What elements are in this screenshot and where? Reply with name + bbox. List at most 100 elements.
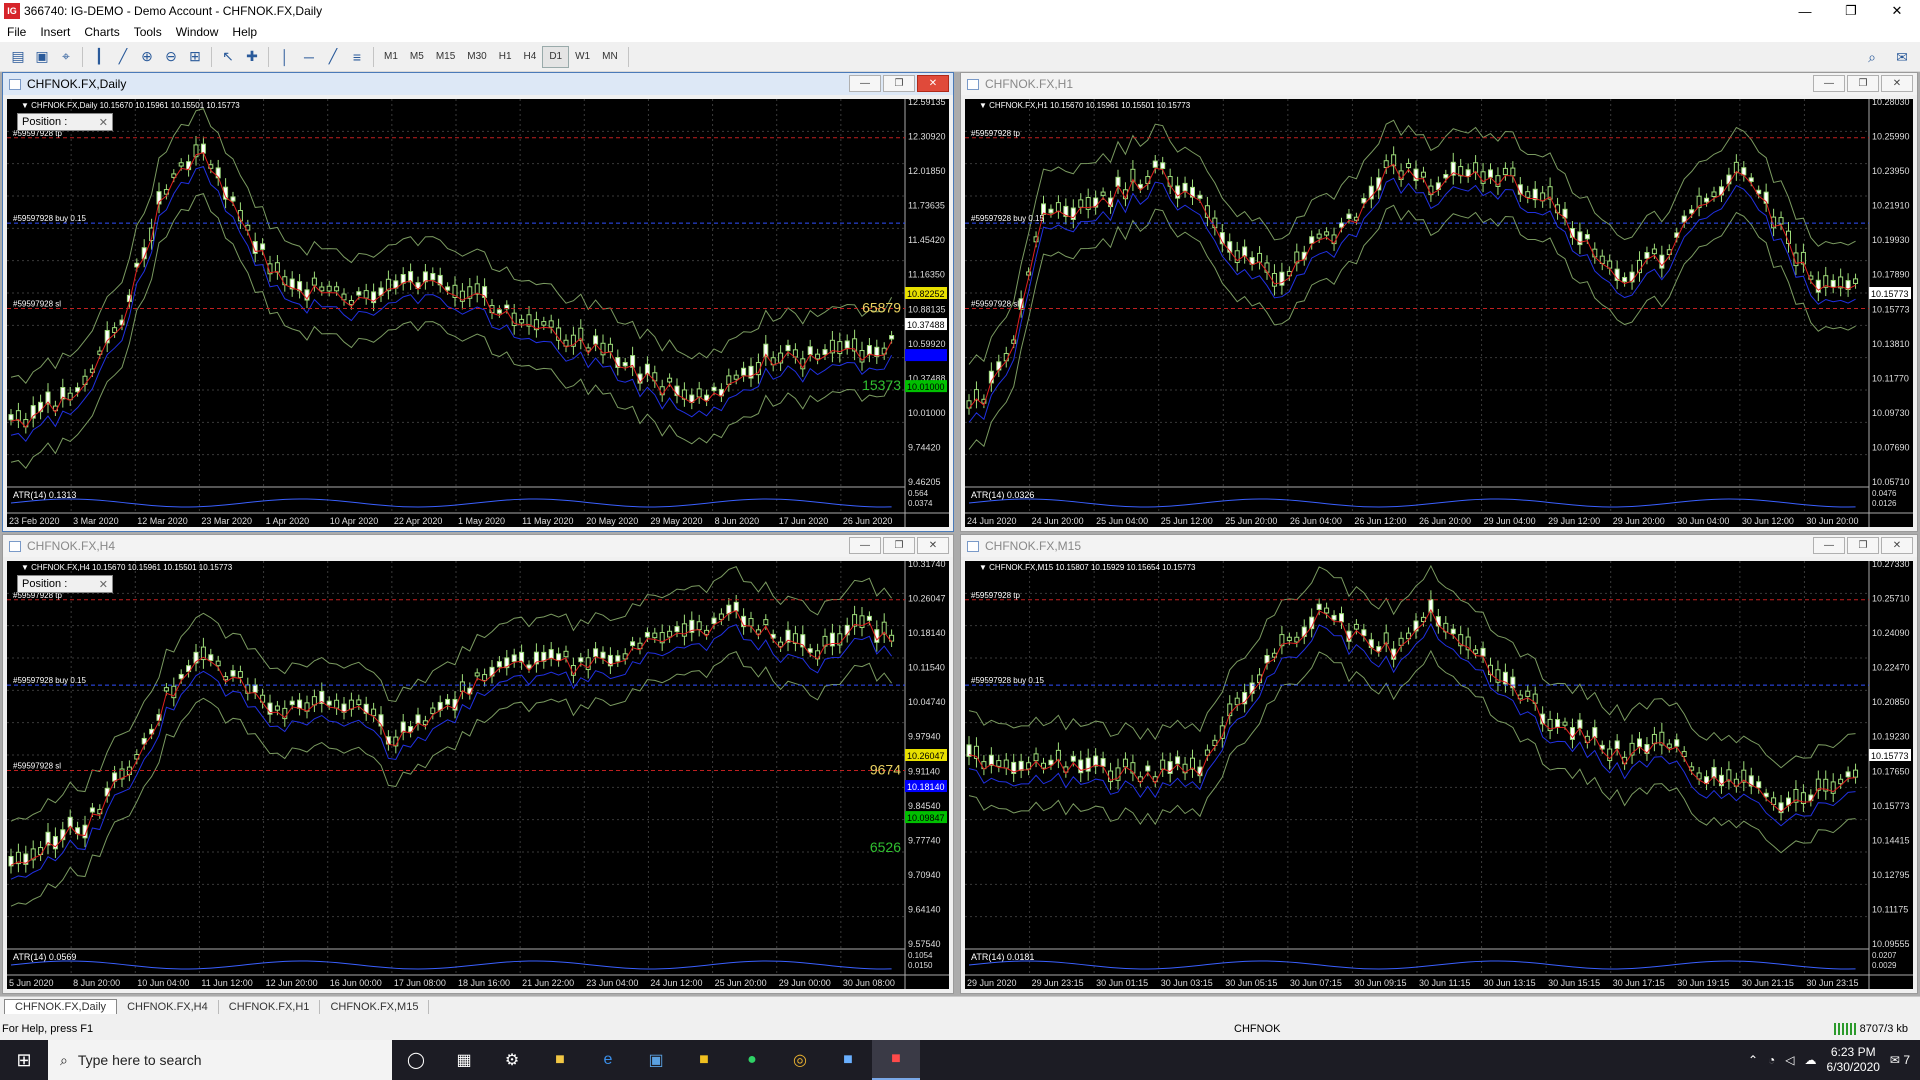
restore-icon[interactable]: ❐	[883, 537, 915, 554]
restore-icon[interactable]: ❐	[883, 75, 915, 92]
timeframe-m5[interactable]: M5	[404, 46, 430, 68]
candle-body	[445, 698, 451, 705]
menu-file[interactable]: File	[0, 25, 33, 39]
tab-h4[interactable]: CHFNOK.FX,H4	[117, 1000, 219, 1014]
price-chart[interactable]: 10.27330 10.25710 10.24090 10.22470 10.20850…	[965, 561, 1913, 989]
cursor-icon[interactable]: ↖	[216, 46, 240, 68]
menu-charts[interactable]: Charts	[77, 25, 126, 39]
chrome-icon[interactable]: ◎	[776, 1040, 824, 1080]
timeframe-m30[interactable]: M30	[461, 46, 492, 68]
vertical-line-icon[interactable]: │	[273, 46, 297, 68]
chart-canvas[interactable]: 10.28030 10.25990 10.23950 10.21910 10.19930…	[965, 99, 1913, 527]
minimize-icon[interactable]: —	[1813, 75, 1845, 92]
candle-body	[75, 387, 81, 393]
channel-icon[interactable]: ≡	[345, 46, 369, 68]
timeframe-h1[interactable]: H1	[493, 46, 518, 68]
close-icon[interactable]: ✕	[917, 537, 949, 554]
windows-start-icon[interactable]: ⊞	[0, 1040, 48, 1080]
profiles-icon[interactable]: ▣	[30, 46, 54, 68]
chevron-up-icon[interactable]: ⌃	[1748, 1053, 1758, 1067]
candle-body	[763, 619, 769, 626]
minimize-icon[interactable]: —	[849, 537, 881, 554]
edge-icon[interactable]: e	[584, 1040, 632, 1080]
candle-body	[741, 367, 747, 376]
horizontal-line-icon[interactable]: ─	[297, 46, 321, 68]
position-panel[interactable]: Position : ✕	[17, 113, 113, 131]
candle-body	[593, 648, 599, 658]
chart-window-titlebar[interactable]: CHFNOK.FX,H1 — ❐ ✕	[961, 73, 1917, 95]
tab-m15[interactable]: CHFNOK.FX,M15	[320, 1000, 430, 1014]
timeframe-m1[interactable]: M1	[378, 46, 404, 68]
new-chart-icon[interactable]: ▤	[6, 46, 30, 68]
position-panel[interactable]: Position : ✕	[17, 575, 113, 593]
atr-label: ATR(14) 0.0326	[971, 490, 1034, 500]
timeframe-m15[interactable]: M15	[430, 46, 461, 68]
menu-help[interactable]: Help	[225, 25, 264, 39]
candle-body	[778, 641, 784, 648]
crosshair-icon[interactable]: ✚	[240, 46, 264, 68]
candle-body	[1048, 208, 1054, 214]
zoom-out-icon[interactable]: ⊖	[159, 46, 183, 68]
trendline-icon[interactable]: ╱	[321, 46, 345, 68]
tab-daily[interactable]: CHFNOK.FX,Daily	[4, 999, 118, 1014]
timeframe-mn[interactable]: MN	[596, 46, 624, 68]
candle-body	[237, 671, 243, 678]
restore-icon[interactable]: ❐	[1847, 537, 1879, 554]
restore-icon[interactable]: ❐	[1828, 0, 1874, 22]
whatsapp-icon[interactable]: ●	[728, 1040, 776, 1080]
ig-app-icon[interactable]: ■	[872, 1040, 920, 1080]
notification-count: 7	[1903, 1053, 1910, 1067]
candle-body	[356, 291, 362, 296]
chart-window-h1[interactable]: CHFNOK.FX,H1 — ❐ ✕ 10.28030 10.25990 10.2395…	[960, 72, 1918, 532]
menu-insert[interactable]: Insert	[33, 25, 77, 39]
chart-canvas[interactable]: 12.59135 12.30920 12.01850 11.73635 11.45420…	[7, 99, 949, 527]
line-chart-icon[interactable]: ╱	[111, 46, 135, 68]
chart-window-h4[interactable]: CHFNOK.FX,H4 — ❐ ✕ 10.31740 10.26047 10.1814…	[2, 534, 954, 994]
zoom-in-icon[interactable]: ⊕	[135, 46, 159, 68]
close-icon[interactable]: ✕	[99, 116, 108, 129]
close-icon[interactable]: ✕	[917, 75, 949, 92]
chart-canvas[interactable]: 10.31740 10.26047 10.18140 10.11540 10.04740…	[7, 561, 949, 989]
minimize-icon[interactable]: —	[849, 75, 881, 92]
notifications-icon[interactable]: ✉ 7	[1890, 1053, 1910, 1067]
timeframe-w1[interactable]: W1	[569, 46, 596, 68]
restore-icon[interactable]: ❐	[1847, 75, 1879, 92]
crosshair-target-icon[interactable]: ⌖	[54, 46, 78, 68]
onedrive-icon[interactable]: ☁	[1805, 1053, 1817, 1067]
chart-canvas[interactable]: 10.27330 10.25710 10.24090 10.22470 10.20850…	[965, 561, 1913, 989]
chat-icon[interactable]: ✉	[1890, 46, 1914, 68]
tab-h1[interactable]: CHFNOK.FX,H1	[219, 1000, 321, 1014]
close-icon[interactable]: ✕	[1881, 537, 1913, 554]
close-icon[interactable]: ✕	[99, 578, 108, 591]
tile-windows-icon[interactable]: ⊞	[183, 46, 207, 68]
search-icon[interactable]: ⌕	[1860, 46, 1884, 68]
price-chart[interactable]: 10.31740 10.26047 10.18140 10.11540 10.04740…	[7, 561, 949, 989]
fx-app-icon[interactable]: ■	[824, 1040, 872, 1080]
minimize-icon[interactable]: —	[1782, 0, 1828, 22]
menu-tools[interactable]: Tools	[127, 25, 169, 39]
chart-window-daily[interactable]: CHFNOK.FX,Daily — ❐ ✕ 12.59135 12.30920 12.0…	[2, 72, 954, 532]
bar-chart-icon[interactable]: ┃	[87, 46, 111, 68]
price-chart[interactable]: 10.28030 10.25990 10.23950 10.21910 10.19930…	[965, 99, 1913, 527]
app-icon[interactable]: ⚙	[488, 1040, 536, 1080]
menu-window[interactable]: Window	[169, 25, 226, 39]
timeframe-h4[interactable]: H4	[518, 46, 543, 68]
price-chart[interactable]: 12.59135 12.30920 12.01850 11.73635 11.45420…	[7, 99, 949, 527]
minimize-icon[interactable]: —	[1813, 537, 1845, 554]
remote-desktop-icon[interactable]: ▣	[632, 1040, 680, 1080]
network-icon[interactable]: ◔	[1768, 1053, 1775, 1067]
file-explorer-icon[interactable]: ■	[536, 1040, 584, 1080]
timeframe-d1[interactable]: D1	[542, 45, 570, 68]
clock[interactable]: 6:23 PM 6/30/2020	[1827, 1045, 1880, 1075]
chart-window-titlebar[interactable]: CHFNOK.FX,Daily — ❐ ✕	[3, 73, 953, 95]
close-icon[interactable]: ✕	[1881, 75, 1913, 92]
task-view-icon[interactable]: ▦	[440, 1040, 488, 1080]
chart-window-m15[interactable]: CHFNOK.FX,M15 — ❐ ✕ 10.27330 10.25710 10.240…	[960, 534, 1918, 994]
volume-icon[interactable]: ◁	[1785, 1053, 1794, 1067]
close-icon[interactable]: ✕	[1874, 0, 1920, 22]
chart-window-titlebar[interactable]: CHFNOK.FX,H4 — ❐ ✕	[3, 535, 953, 557]
chart-window-titlebar[interactable]: CHFNOK.FX,M15 — ❐ ✕	[961, 535, 1917, 557]
sticky-app-icon[interactable]: ■	[680, 1040, 728, 1080]
cortana-icon[interactable]: ◯	[392, 1040, 440, 1080]
taskbar-search[interactable]: ⌕ Type here to search	[48, 1040, 392, 1080]
